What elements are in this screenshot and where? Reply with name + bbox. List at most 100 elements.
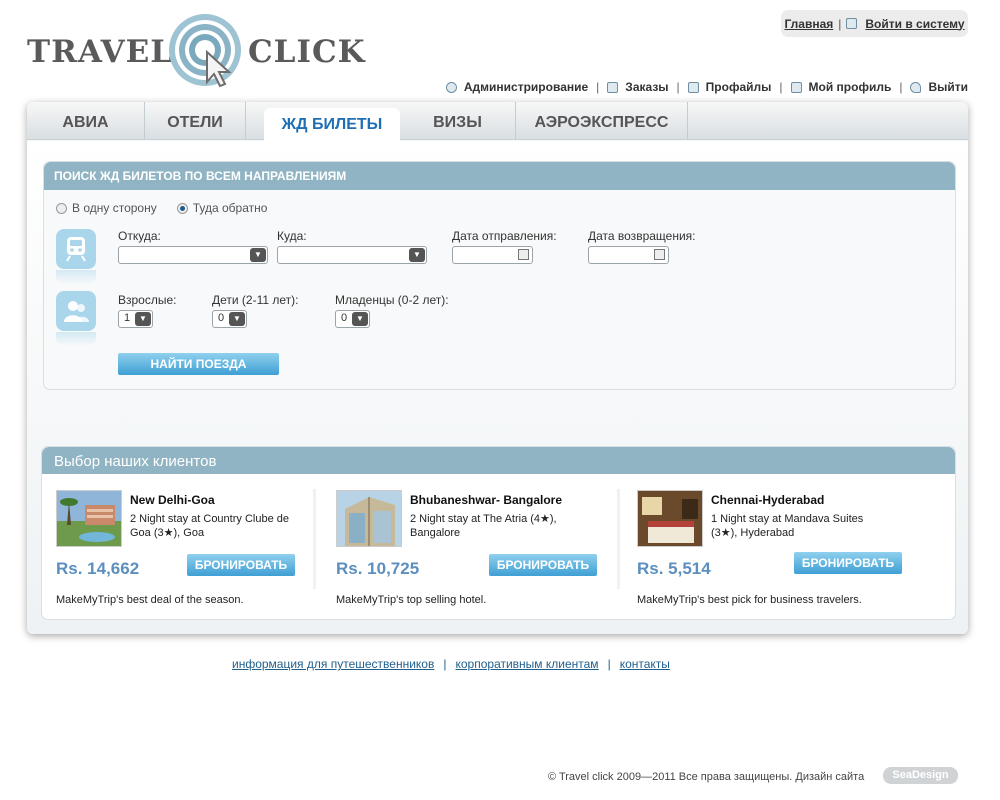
adults-value: 1: [124, 312, 131, 324]
top-links-box: Главная | Войти в систему: [781, 10, 968, 37]
radio-dot[interactable]: [56, 202, 67, 214]
profiles-icon: [687, 81, 699, 93]
tab-avia[interactable]: АВИА: [27, 102, 145, 140]
passengers-icon-reflection: [56, 332, 96, 346]
separator: |: [838, 16, 842, 31]
chevron-down-icon: ▼: [229, 312, 245, 326]
tab-visas[interactable]: ВИЗЫ: [400, 102, 516, 140]
infants-select[interactable]: 0 ▼: [335, 310, 370, 328]
radio-dot-selected[interactable]: [176, 202, 188, 214]
separator: |: [779, 80, 783, 94]
admin-nav-orders[interactable]: Заказы: [607, 80, 669, 94]
hotel-photo[interactable]: [56, 490, 122, 547]
depart-date-input[interactable]: [452, 246, 533, 264]
deal-card[interactable]: Chennai-Hyderabad 1 Night stay at Mandav…: [637, 490, 907, 610]
from-label: Откуда:: [118, 229, 161, 243]
deal-divider: [617, 489, 620, 589]
separator: |: [676, 80, 680, 94]
calendar-icon[interactable]: [654, 249, 665, 260]
radio-label: В одну сторону: [72, 201, 157, 215]
deal-title[interactable]: Bhubaneshwar- Bangalore: [410, 493, 562, 507]
admin-nav: Администрирование | Заказы | Профайлы | …: [445, 80, 968, 94]
to-select[interactable]: ▼: [277, 246, 427, 264]
children-value: 0: [218, 312, 225, 324]
tab-bar: АВИА ОТЕЛИ ЖД БИЛЕТЫ ВИЗЫ АЭРОЭКСПРЕСС: [27, 102, 968, 141]
admin-nav-label: Мой профиль: [808, 80, 892, 94]
admin-nav-profiles[interactable]: Профайлы: [687, 80, 772, 94]
children-label: Дети (2-11 лет):: [212, 293, 299, 307]
page: TRAVEL CLICK Главная | Войти в систему А…: [0, 0, 1000, 800]
infants-value: 0: [341, 312, 348, 324]
login-link[interactable]: Войти в систему: [865, 17, 964, 31]
footer-link-travelers-info[interactable]: информация для путешественников: [232, 657, 434, 671]
radio-label: Туда обратно: [192, 201, 268, 215]
panel-body: ПОИСК ЖД БИЛЕТОВ ПО ВСЕМ НАПРАВЛЕНИЯМ В …: [27, 141, 968, 634]
copyright-text: © Travel click 2009—2011 Все права защищ…: [548, 771, 865, 783]
find-trains-button[interactable]: НАЙТИ ПОЕЗДА: [118, 353, 279, 375]
rail-search-form: ПОИСК ЖД БИЛЕТОВ ПО ВСЕМ НАПРАВЛЕНИЯМ В …: [43, 161, 956, 390]
home-link[interactable]: Главная: [784, 17, 833, 31]
trip-type-radios: В одну сторону Туда обратно: [56, 201, 267, 215]
admin-nav-label: Администрирование: [463, 80, 589, 94]
return-date-input[interactable]: [588, 246, 669, 264]
deal-title[interactable]: Chennai-Hyderabad: [711, 493, 824, 507]
deal-title[interactable]: New Delhi-Goa: [130, 493, 215, 507]
children-select[interactable]: 0 ▼: [212, 310, 247, 328]
chevron-down-icon: ▼: [409, 248, 425, 262]
tab-aeroexpress[interactable]: АЭРОЭКСПРЕСС: [516, 102, 688, 140]
deal-note: MakeMyTrip's top selling hotel.: [336, 594, 487, 606]
deal-price: Rs. 10,725: [336, 559, 420, 578]
one-way-radio[interactable]: В одну сторону: [56, 201, 157, 215]
travel-click-logo[interactable]: TRAVEL CLICK: [27, 12, 365, 90]
return-date-label: Дата возвращения:: [588, 229, 696, 243]
hotel-photo[interactable]: [637, 490, 703, 547]
admin-nav-label: Профайлы: [705, 80, 772, 94]
adults-select[interactable]: 1 ▼: [118, 310, 153, 328]
deal-card[interactable]: New Delhi-Goa 2 Night stay at Country Cl…: [56, 490, 326, 610]
logo-word-click: CLICK: [248, 34, 366, 70]
footer-link-contacts[interactable]: контакты: [620, 657, 670, 671]
separator: |: [443, 657, 447, 671]
from-select[interactable]: ▼: [118, 246, 268, 264]
key-icon: [910, 81, 922, 93]
chevron-down-icon: ▼: [352, 312, 368, 326]
orders-icon: [607, 81, 619, 93]
train-icon-reflection: [56, 270, 96, 284]
target-cursor-icon: [169, 14, 241, 88]
deal-price: Rs. 14,662: [56, 559, 140, 578]
deal-card[interactable]: Bhubaneshwar- Bangalore 2 Night stay at …: [336, 490, 606, 610]
seadesign-badge[interactable]: SeaDesign: [883, 767, 958, 784]
admin-nav-administration[interactable]: Администрирование: [445, 80, 589, 94]
deal-divider: [313, 489, 316, 589]
book-button[interactable]: БРОНИРОВАТЬ: [489, 554, 597, 576]
separator: |: [596, 80, 600, 94]
lock-icon: [846, 18, 858, 29]
admin-nav-label: Выйти: [928, 80, 968, 94]
footer-link-corporate[interactable]: корпоративным клиентам: [455, 657, 598, 671]
book-button[interactable]: БРОНИРОВАТЬ: [187, 554, 295, 576]
deal-note: MakeMyTrip's best deal of the season.: [56, 594, 244, 606]
tab-rail-tickets[interactable]: ЖД БИЛЕТЫ: [264, 108, 400, 141]
choice-title: Выбор наших клиентов: [42, 447, 955, 474]
passengers-icon: [56, 291, 96, 331]
book-button[interactable]: БРОНИРОВАТЬ: [794, 552, 902, 574]
infants-label: Младенцы (0-2 лет):: [335, 293, 449, 307]
tab-hotels[interactable]: ОТЕЛИ: [145, 102, 246, 140]
depart-date-label: Дата отправления:: [452, 229, 557, 243]
gear-icon: [445, 81, 457, 93]
admin-nav-my-profile[interactable]: Мой профиль: [790, 80, 892, 94]
adults-label: Взрослые:: [118, 293, 177, 307]
admin-nav-label: Заказы: [625, 80, 669, 94]
round-trip-radio[interactable]: Туда обратно: [176, 201, 268, 215]
deal-price: Rs. 5,514: [637, 559, 711, 578]
separator: |: [899, 80, 903, 94]
hotel-photo[interactable]: [336, 490, 402, 547]
train-icon: [56, 229, 96, 269]
calendar-icon[interactable]: [518, 249, 529, 260]
search-title: ПОИСК ЖД БИЛЕТОВ ПО ВСЕМ НАПРАВЛЕНИЯМ: [44, 162, 955, 190]
deal-description: 1 Night stay at Mandava Suites (3★), Hyd…: [711, 513, 864, 539]
deal-note: MakeMyTrip's best pick for business trav…: [637, 594, 862, 606]
chevron-down-icon: ▼: [135, 312, 151, 326]
admin-nav-logout[interactable]: Выйти: [910, 80, 968, 94]
logo-word-travel: TRAVEL: [27, 34, 174, 70]
